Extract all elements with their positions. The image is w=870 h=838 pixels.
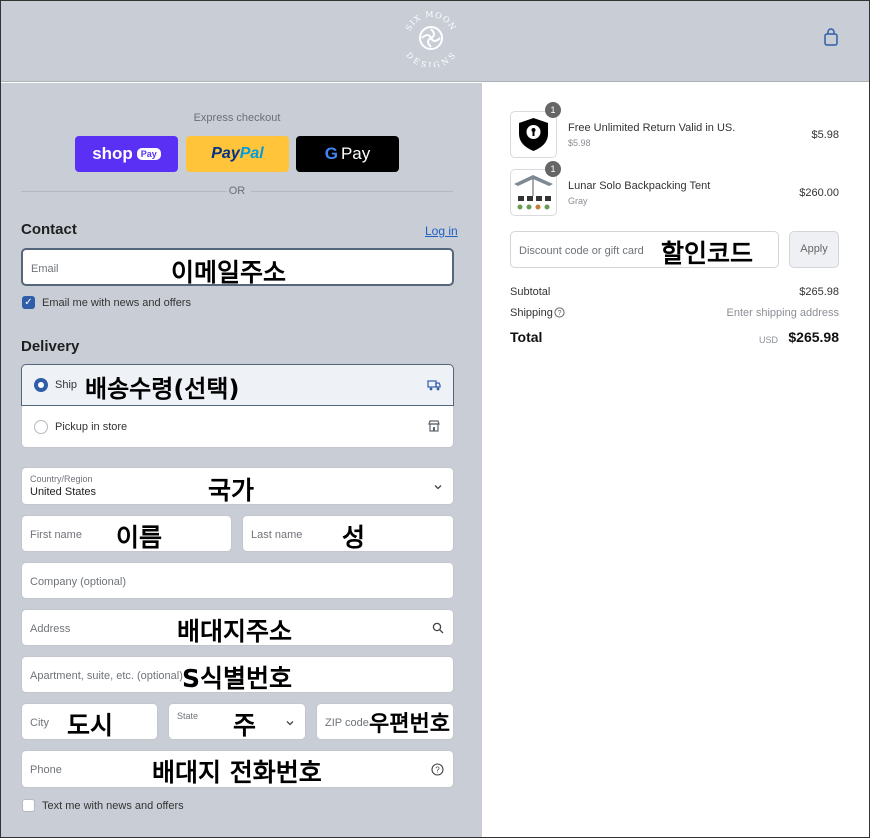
email-placeholder: Email (31, 263, 59, 275)
shop-pay-text: shop (92, 144, 133, 163)
company-field[interactable]: Company (optional) (21, 562, 454, 599)
divider-right (251, 191, 453, 192)
last-name-note: 성 (342, 523, 366, 552)
product-thumbnail (510, 111, 557, 158)
address-field[interactable]: Address 배대지주소 (21, 609, 454, 646)
paypal-text-a: Pay (211, 145, 240, 162)
truck-icon (427, 380, 441, 391)
info-icon[interactable]: ? (554, 307, 565, 318)
shipping-value: Enter shipping address (726, 307, 839, 319)
google-g-icon: G (324, 144, 338, 163)
pickup-radio[interactable] (34, 420, 48, 434)
zip-placeholder: ZIP code (325, 717, 369, 729)
first-name-placeholder: First name (30, 529, 82, 541)
first-name-note: 이름 (116, 523, 163, 552)
country-note: 국가 (208, 476, 255, 505)
country-select[interactable]: Country/Region United States 국가 (21, 467, 454, 505)
first-name-field[interactable]: First name 이름 (21, 515, 232, 552)
pickup-option[interactable]: Pickup in store (21, 406, 454, 448)
paypal-button[interactable]: Pay Pal (186, 136, 289, 172)
sms-checkbox[interactable] (22, 799, 35, 812)
company-placeholder: Company (optional) (30, 576, 126, 588)
apartment-note: S식별번호 (182, 664, 293, 693)
ship-note: 배송수령(선택) (85, 375, 240, 403)
state-note: 주 (233, 711, 257, 740)
phone-note: 배대지 전화번호 (152, 758, 322, 787)
item-name: Free Unlimited Return Valid in US. (568, 122, 736, 134)
city-field[interactable]: City 도시 (21, 703, 158, 740)
contact-heading: Contact (21, 221, 77, 238)
item-price: $260.00 (799, 187, 839, 199)
sms-label: Text me with news and offers (42, 800, 184, 812)
search-icon[interactable] (432, 622, 444, 634)
ship-radio[interactable] (34, 378, 48, 392)
discount-note: 할인코드 (661, 239, 754, 268)
paypal-text-b: Pal (239, 145, 264, 162)
shipping-label: Shipping (510, 307, 553, 319)
city-note: 도시 (67, 711, 114, 740)
ship-label: Ship (55, 379, 78, 391)
google-pay-button[interactable]: G Pay (296, 136, 399, 172)
phone-placeholder: Phone (30, 764, 62, 776)
ship-option[interactable]: Ship 배송수령(선택) (21, 364, 454, 406)
chevron-down-icon (434, 485, 442, 490)
phone-field[interactable]: Phone 배대지 전화번호 ? (21, 750, 454, 788)
shopping-bag-icon[interactable] (822, 28, 840, 46)
pickup-label: Pickup in store (55, 421, 128, 433)
svg-text:DESIGNS: DESIGNS (404, 50, 458, 67)
newsletter-label: Email me with news and offers (42, 297, 191, 309)
apply-button[interactable]: Apply (789, 231, 839, 268)
express-checkout-label: Express checkout (193, 112, 281, 124)
subtotal-value: $265.98 (799, 286, 839, 298)
currency-label: USD (759, 335, 779, 345)
delivery-heading: Delivery (21, 338, 80, 355)
subtotal-label: Subtotal (510, 286, 551, 298)
order-summary-panel: 1 Free Unlimited Return Valid in US. $5.… (482, 83, 869, 837)
total-label: Total (510, 329, 543, 345)
store-icon (428, 420, 440, 432)
last-name-field[interactable]: Last name 성 (242, 515, 454, 552)
google-pay-text: Pay (340, 144, 371, 163)
apartment-field[interactable]: Apartment, suite, etc. (optional) S식별번호 (21, 656, 454, 693)
brand-logo[interactable]: SIX MOON DESIGNS (401, 7, 461, 67)
email-note: 이메일주소 (171, 258, 287, 287)
discount-placeholder: Discount code or gift card (519, 245, 644, 257)
svg-text:?: ? (435, 766, 440, 775)
qty-badge: 1 (545, 161, 561, 177)
country-value: United States (30, 486, 97, 498)
tent-image (514, 175, 553, 210)
apartment-placeholder: Apartment, suite, etc. (optional) (30, 670, 183, 682)
shop-pay-pill: Pay (136, 148, 161, 160)
item-price: $5.98 (811, 129, 839, 141)
shop-pay-button[interactable]: shop Pay (75, 136, 178, 172)
item-name: Lunar Solo Backpacking Tent (568, 180, 711, 192)
help-circle-icon[interactable]: ? (431, 763, 444, 776)
state-select[interactable]: State 주 (168, 703, 306, 740)
item-sub: $5.98 (568, 138, 591, 148)
address-placeholder: Address (30, 623, 71, 635)
svg-text:SIX MOON: SIX MOON (404, 10, 458, 32)
ship-radio-dot (38, 382, 44, 388)
svg-text:?: ? (558, 310, 562, 317)
chevron-down-icon (286, 721, 294, 726)
header: SIX MOON DESIGNS (1, 1, 869, 82)
address-note: 배대지주소 (177, 617, 293, 646)
newsletter-checkbox[interactable]: ✓ (22, 296, 35, 309)
zip-note: 우편번호 (369, 712, 450, 737)
country-label: Country/Region (30, 474, 93, 484)
login-link[interactable]: Log in (425, 224, 458, 238)
email-field[interactable]: Email 이메일주소 (21, 248, 454, 287)
city-placeholder: City (30, 717, 49, 729)
checkout-form-panel: Express checkout shop Pay Pay Pal G Pay OR … (1, 83, 482, 837)
shield-icon (519, 118, 548, 151)
discount-code-field[interactable]: Discount code or gift card 할인코드 (510, 231, 779, 268)
item-sub: Gray (568, 196, 588, 206)
zip-field[interactable]: ZIP code 우편번호 (316, 703, 454, 740)
state-label: State (177, 711, 199, 721)
last-name-placeholder: Last name (251, 529, 303, 541)
qty-badge: 1 (545, 102, 561, 118)
total-value: $265.98 (788, 329, 839, 345)
